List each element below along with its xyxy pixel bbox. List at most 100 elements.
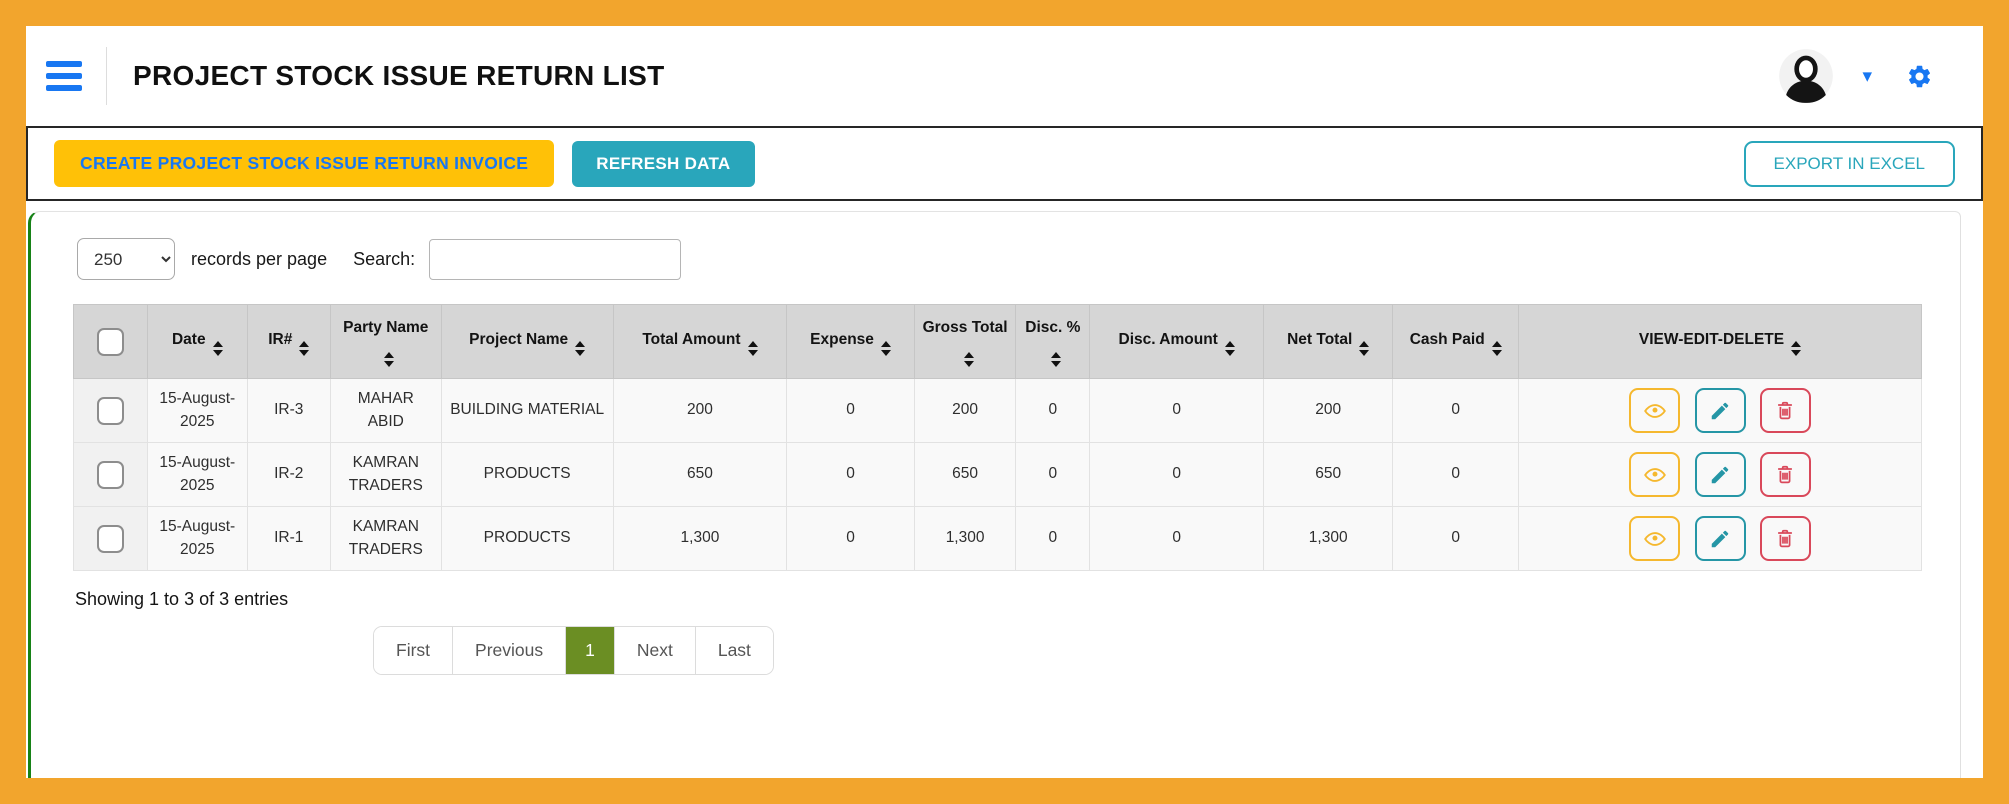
pagination-last-button[interactable]: Last bbox=[696, 627, 773, 674]
cell-project: PRODUCTS bbox=[441, 443, 613, 507]
cell-actions bbox=[1519, 379, 1922, 443]
pagination-previous-button[interactable]: Previous bbox=[453, 627, 566, 674]
cell-net: 650 bbox=[1264, 443, 1393, 507]
cell-gross: 650 bbox=[914, 443, 1016, 507]
cell-actions bbox=[1519, 507, 1922, 571]
table-row: 15-August-2025 IR-2 KAMRAN TRADERS PRODU… bbox=[74, 443, 1922, 507]
table-row: 15-August-2025 IR-3 MAHAR ABID BUILDING … bbox=[74, 379, 1922, 443]
sort-icon bbox=[748, 341, 758, 356]
cell-party: KAMRAN TRADERS bbox=[330, 507, 441, 571]
edit-button[interactable] bbox=[1695, 516, 1746, 561]
sort-icon bbox=[1225, 341, 1235, 356]
export-excel-button[interactable]: EXPORT IN EXCEL bbox=[1744, 141, 1955, 187]
row-select-cell bbox=[74, 379, 148, 443]
data-table: Date IR# Party Name Project Name Total A… bbox=[73, 304, 1922, 571]
column-header-party-name[interactable]: Party Name bbox=[330, 305, 441, 379]
row-select-cell bbox=[74, 443, 148, 507]
pagination-next-button[interactable]: Next bbox=[615, 627, 696, 674]
cell-total: 650 bbox=[613, 443, 787, 507]
column-header-actions[interactable]: VIEW-EDIT-DELETE bbox=[1519, 305, 1922, 379]
cell-expense: 0 bbox=[787, 443, 915, 507]
cell-total: 200 bbox=[613, 379, 787, 443]
row-checkbox[interactable] bbox=[97, 525, 124, 553]
cell-net: 1,300 bbox=[1264, 507, 1393, 571]
sort-icon bbox=[213, 341, 223, 356]
column-header-net-total[interactable]: Net Total bbox=[1264, 305, 1393, 379]
cell-ir: IR-1 bbox=[247, 507, 330, 571]
search-label: Search: bbox=[353, 249, 415, 270]
gear-icon[interactable] bbox=[1906, 63, 1933, 90]
column-header-expense[interactable]: Expense bbox=[787, 305, 915, 379]
sort-icon bbox=[384, 352, 394, 367]
row-checkbox[interactable] bbox=[97, 397, 124, 425]
cell-total: 1,300 bbox=[613, 507, 787, 571]
cell-cash: 0 bbox=[1393, 507, 1519, 571]
view-button[interactable] bbox=[1629, 452, 1680, 497]
chevron-down-icon[interactable]: ▾ bbox=[1862, 67, 1872, 86]
header-divider bbox=[106, 47, 107, 105]
sort-icon bbox=[881, 341, 891, 356]
cell-actions bbox=[1519, 443, 1922, 507]
column-header-disc-percent[interactable]: Disc. % bbox=[1016, 305, 1090, 379]
page-title: PROJECT STOCK ISSUE RETURN LIST bbox=[133, 60, 665, 92]
cell-date: 15-August-2025 bbox=[147, 507, 247, 571]
sort-icon bbox=[1791, 341, 1801, 356]
user-avatar[interactable] bbox=[1778, 48, 1834, 104]
hamburger-menu-icon[interactable] bbox=[46, 57, 82, 95]
column-header-date[interactable]: Date bbox=[147, 305, 247, 379]
cell-gross: 1,300 bbox=[914, 507, 1016, 571]
cell-net: 200 bbox=[1264, 379, 1393, 443]
app-window: PROJECT STOCK ISSUE RETURN LIST ▾ CREATE… bbox=[26, 26, 1983, 778]
sort-icon bbox=[964, 352, 974, 367]
cell-party: KAMRAN TRADERS bbox=[330, 443, 441, 507]
column-header-gross-total[interactable]: Gross Total bbox=[914, 305, 1016, 379]
sort-icon bbox=[1492, 341, 1502, 356]
cell-date: 15-August-2025 bbox=[147, 379, 247, 443]
cell-disc-pct: 0 bbox=[1016, 443, 1090, 507]
column-header-ir[interactable]: IR# bbox=[247, 305, 330, 379]
sort-icon bbox=[1359, 341, 1369, 356]
cell-date: 15-August-2025 bbox=[147, 443, 247, 507]
pagination-page-1-button[interactable]: 1 bbox=[566, 627, 615, 674]
cell-ir: IR-3 bbox=[247, 379, 330, 443]
cell-disc-amt: 0 bbox=[1090, 443, 1264, 507]
create-invoice-button[interactable]: CREATE PROJECT STOCK ISSUE RETURN INVOIC… bbox=[54, 140, 554, 187]
pagination: First Previous 1 Next Last bbox=[373, 626, 774, 675]
toolbar: CREATE PROJECT STOCK ISSUE RETURN INVOIC… bbox=[26, 126, 1983, 201]
search-input[interactable] bbox=[429, 239, 681, 280]
column-header-cash-paid[interactable]: Cash Paid bbox=[1393, 305, 1519, 379]
select-all-checkbox[interactable] bbox=[97, 328, 124, 356]
table-row: 15-August-2025 IR-1 KAMRAN TRADERS PRODU… bbox=[74, 507, 1922, 571]
sort-icon bbox=[575, 341, 585, 356]
cell-ir: IR-2 bbox=[247, 443, 330, 507]
header-actions: ▾ bbox=[1778, 48, 1959, 104]
delete-button[interactable] bbox=[1760, 388, 1811, 433]
column-header-disc-amount[interactable]: Disc. Amount bbox=[1090, 305, 1264, 379]
page-size-select[interactable]: 250 bbox=[77, 238, 175, 280]
sort-icon bbox=[1051, 352, 1061, 367]
cell-cash: 0 bbox=[1393, 443, 1519, 507]
view-button[interactable] bbox=[1629, 388, 1680, 433]
pagination-first-button[interactable]: First bbox=[374, 627, 453, 674]
sort-icon bbox=[299, 341, 309, 356]
table-header-row: Date IR# Party Name Project Name Total A… bbox=[74, 305, 1922, 379]
cell-disc-amt: 0 bbox=[1090, 507, 1264, 571]
cell-expense: 0 bbox=[787, 507, 915, 571]
row-checkbox[interactable] bbox=[97, 461, 124, 489]
table-panel: 250 records per page Search: bbox=[28, 211, 1961, 778]
refresh-data-button[interactable]: REFRESH DATA bbox=[572, 141, 754, 187]
top-header: PROJECT STOCK ISSUE RETURN LIST ▾ bbox=[26, 26, 1983, 126]
edit-button[interactable] bbox=[1695, 388, 1746, 433]
column-header-total-amount[interactable]: Total Amount bbox=[613, 305, 787, 379]
view-button[interactable] bbox=[1629, 516, 1680, 561]
records-per-page-label: records per page bbox=[191, 249, 327, 270]
cell-party: MAHAR ABID bbox=[330, 379, 441, 443]
cell-disc-pct: 0 bbox=[1016, 507, 1090, 571]
column-header-project-name[interactable]: Project Name bbox=[441, 305, 613, 379]
delete-button[interactable] bbox=[1760, 516, 1811, 561]
edit-button[interactable] bbox=[1695, 452, 1746, 497]
delete-button[interactable] bbox=[1760, 452, 1811, 497]
cell-gross: 200 bbox=[914, 379, 1016, 443]
cell-project: BUILDING MATERIAL bbox=[441, 379, 613, 443]
cell-disc-amt: 0 bbox=[1090, 379, 1264, 443]
